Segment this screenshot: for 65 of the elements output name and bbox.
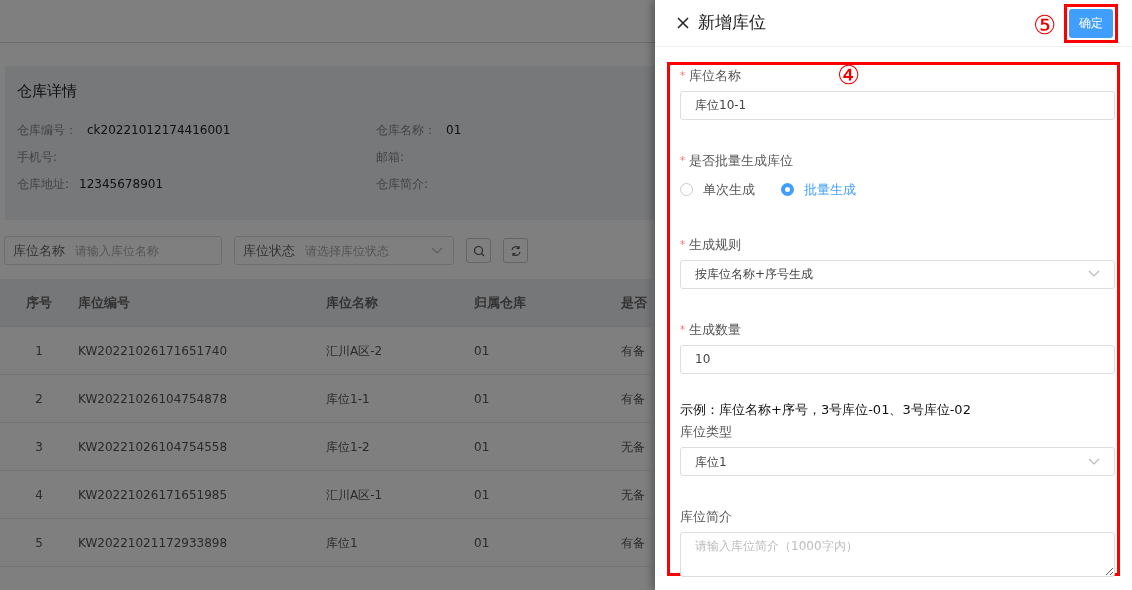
table-cell-text: KW20221026104754878: [78, 390, 229, 408]
table-cell-text: 库位1-2: [326, 438, 371, 456]
table-cell-text: KW20221026171651985: [78, 486, 229, 504]
table-cell-text: 汇川A区-2: [326, 342, 384, 360]
table-cell-text: KW20221021172933898: [78, 534, 229, 552]
table-cell-text: 01: [474, 486, 491, 504]
table-cell-text: 01: [474, 438, 491, 456]
table-cell-text: 无备: [621, 486, 646, 504]
required-mark: *: [680, 323, 685, 335]
refresh-button[interactable]: [503, 238, 528, 263]
close-icon[interactable]: [677, 17, 689, 29]
table-cell-text: 库位1: [326, 534, 359, 552]
field-label: 库位状态: [243, 241, 295, 260]
table-cell-text: 01: [474, 534, 491, 552]
table-cell-text: 无备: [621, 438, 646, 456]
chevron-down-icon: [1088, 270, 1100, 278]
radio-option[interactable]: 单次生成: [680, 180, 755, 200]
input-field[interactable]: 10: [680, 344, 1115, 374]
table-cell-text: 5: [34, 534, 44, 552]
table-cell-text: 3: [34, 438, 44, 456]
field-value: 01: [446, 122, 462, 137]
table-cell-text: 汇川A区-1: [326, 486, 384, 504]
field-value: 12345678901: [79, 176, 164, 191]
field-label: 库位简介: [680, 508, 733, 526]
column-header: 归属仓库: [474, 293, 527, 312]
table-cell-text: 1: [34, 342, 44, 360]
annotation-number: ⑤: [1033, 12, 1056, 38]
chevron-down-icon: [431, 246, 443, 255]
input-field[interactable]: 库位10-1: [680, 91, 1115, 120]
column-header: 序号: [25, 293, 53, 312]
field-value: ck20221012174416001: [87, 122, 231, 137]
table-cell-text: 01: [474, 342, 491, 360]
chevron-down-icon: [1088, 457, 1100, 466]
column-header: 库位编号: [78, 293, 131, 312]
column-header: 库位名称: [326, 293, 379, 312]
annotation-number: ④: [837, 62, 860, 88]
select-field[interactable]: 库位1: [680, 447, 1115, 476]
radio-button[interactable]: [781, 183, 794, 197]
table-cell-text: KW20221026171651740: [78, 342, 229, 360]
refresh-icon: [509, 244, 522, 257]
table-cell-text: KW20221026104754558: [78, 438, 229, 456]
drawer-title: 新增库位: [698, 11, 766, 35]
table-cell-text: 库位1-1: [326, 390, 371, 408]
search-button[interactable]: [466, 238, 491, 263]
text-area[interactable]: 请输入库位简介（1000字内）: [680, 532, 1115, 577]
field-label: 生成规则: [689, 236, 741, 252]
field-label: 库位名称: [13, 241, 65, 260]
field-label: 生成数量: [689, 321, 741, 337]
field-label: 库位名称: [689, 68, 741, 83]
select-field[interactable]: 按库位名称+序号生成: [680, 259, 1115, 289]
table-cell-text: 有备: [621, 534, 646, 552]
field-label: 是否批量生成库位: [689, 153, 793, 168]
table-cell-text: 有备: [621, 390, 646, 408]
required-mark: *: [680, 70, 685, 81]
table-cell-text: 有备: [621, 342, 646, 360]
card-title: 仓库详情: [17, 81, 78, 102]
table-cell-text: 4: [34, 486, 44, 504]
column-header: 是否: [621, 293, 648, 312]
required-mark: *: [680, 155, 685, 166]
example-note: 示例：库位名称+序号，3号库位-01、3号库位-02: [680, 400, 972, 419]
field-label: 库位类型: [680, 423, 733, 441]
required-mark: *: [680, 238, 685, 250]
table-cell-text: 2: [34, 390, 44, 408]
table-cell-text: 01: [474, 390, 491, 408]
search-icon: [472, 244, 485, 257]
